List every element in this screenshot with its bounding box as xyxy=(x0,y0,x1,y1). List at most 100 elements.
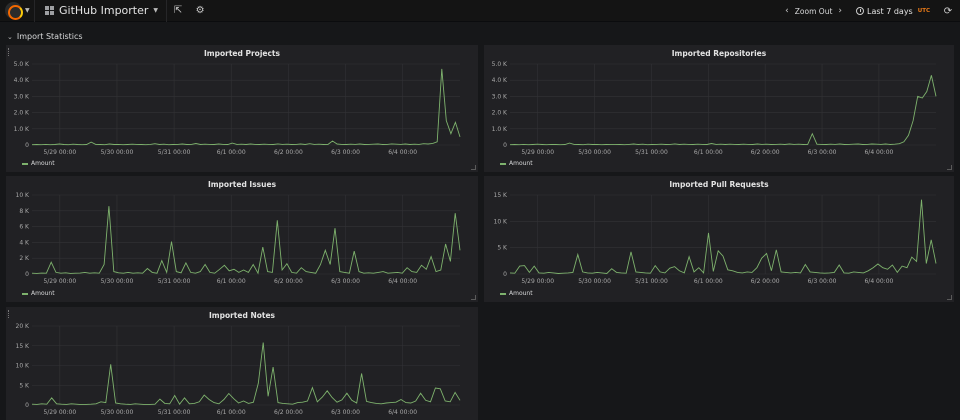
time-forward-button[interactable]: › xyxy=(838,6,842,16)
x-tick-label: 5/31 00:00 xyxy=(635,278,668,285)
x-tick-label: 6/3 00:00 xyxy=(331,149,360,156)
x-tick-label: 6/2 00:00 xyxy=(274,278,303,285)
refresh-button[interactable]: ⟳ xyxy=(936,6,960,17)
x-tick-label: 6/4 00:00 xyxy=(864,278,893,285)
caret-down-icon: ▼ xyxy=(25,7,30,14)
refresh-icon: ⟳ xyxy=(943,5,953,17)
x-tick-label: 6/4 00:00 xyxy=(864,149,893,156)
x-tick-label: 5/29 00:00 xyxy=(43,409,76,416)
legend-item[interactable]: Amount xyxy=(31,290,55,297)
panel-imported-notes[interactable]: Imported Notes 05 K 10 K 15 K 20 K 5/29 00:0… xyxy=(6,307,478,420)
x-tick-label: 6/1 00:00 xyxy=(217,409,246,416)
x-tick-label: 5/29 00:00 xyxy=(43,278,76,285)
y-tick-label: 0 xyxy=(25,271,29,278)
x-tick-label: 6/2 00:00 xyxy=(274,149,303,156)
x-tick-label: 6/1 00:00 xyxy=(694,278,723,285)
time-back-button[interactable]: ‹ xyxy=(785,6,789,16)
row-header[interactable]: ⌄ Import Statistics xyxy=(7,32,83,41)
legend-swatch xyxy=(500,292,506,295)
x-tick-label: 6/2 00:00 xyxy=(751,278,780,285)
y-tick-label: 0 xyxy=(25,142,29,149)
legend: Amount xyxy=(500,160,533,167)
dashboard-settings-button[interactable]: ⚙ xyxy=(189,0,211,22)
chevron-down-icon: ⌄ xyxy=(7,32,13,41)
y-tick-label: 0 xyxy=(25,402,29,409)
x-tick-label: 5/31 00:00 xyxy=(158,409,191,416)
y-tick-label: 2.0 K xyxy=(492,110,508,117)
row-title: Import Statistics xyxy=(16,32,83,41)
legend: Amount xyxy=(500,290,533,297)
gear-icon: ⚙ xyxy=(195,5,205,16)
grafana-menu-button[interactable]: ▼ xyxy=(0,0,34,22)
panel-imported-projects[interactable]: Imported Projects 0 1.0 K 2.0 K 3.0 K 4.0 K5… xyxy=(6,45,478,172)
line-chart: 0 1.0 K 2.0 K 3.0 K 4.0 K 5.0 K 5/29 00:00 5/30… xyxy=(492,61,937,156)
x-tick-label: 5/31 00:00 xyxy=(635,149,668,156)
time-range-picker[interactable]: Last 7 days UTC xyxy=(850,7,936,16)
x-tick-label: 6/2 00:00 xyxy=(751,149,780,156)
y-tick-label: 5 K xyxy=(497,245,508,252)
share-icon: ⇱ xyxy=(173,5,183,16)
y-tick-label: 3.0 K xyxy=(492,93,508,100)
legend-item[interactable]: Amount xyxy=(31,160,55,167)
y-tick-label: 2 K xyxy=(19,255,30,262)
panel-imported-pull-requests[interactable]: Imported Pull Requests 05 K 10 K 15 K 5/29 … xyxy=(484,176,954,302)
x-tick-label: 6/4 00:00 xyxy=(388,149,417,156)
y-tick-label: 4 K xyxy=(19,239,30,246)
y-tick-label: 20 K xyxy=(16,323,31,330)
zoom-controls: ‹ Zoom Out › xyxy=(777,6,850,16)
x-tick-label: 5/30 00:00 xyxy=(578,278,611,285)
y-tick-label: 5.0 K xyxy=(14,61,30,68)
legend: Amount xyxy=(22,160,55,167)
panel-resize-handle[interactable] xyxy=(471,165,476,170)
y-tick-label: 10 K xyxy=(16,363,31,370)
x-tick-label: 5/30 00:00 xyxy=(101,409,134,416)
x-tick-label: 5/30 00:00 xyxy=(578,149,611,156)
x-tick-label: 5/29 00:00 xyxy=(521,149,554,156)
y-tick-label: 4.0 K xyxy=(14,77,30,84)
series-line-amount xyxy=(509,75,937,146)
x-tick-label: 6/1 00:00 xyxy=(694,149,723,156)
panel-resize-handle[interactable] xyxy=(471,295,476,300)
x-tick-label: 6/1 00:00 xyxy=(217,149,246,156)
legend-swatch xyxy=(500,162,506,165)
dashboard-picker[interactable]: GitHub Importer ▼ xyxy=(35,0,166,22)
y-tick-label: 8 K xyxy=(19,208,30,215)
series-line-amount xyxy=(31,342,461,406)
panel-resize-handle[interactable] xyxy=(947,165,952,170)
share-dashboard-button[interactable]: ⇱ xyxy=(167,0,189,22)
x-tick-label: 6/2 00:00 xyxy=(274,409,303,416)
x-tick-label: 5/29 00:00 xyxy=(43,149,76,156)
legend-swatch xyxy=(22,162,28,165)
legend-item[interactable]: Amount xyxy=(509,290,533,297)
legend: Amount xyxy=(22,290,55,297)
x-tick-label: 6/3 00:00 xyxy=(331,409,360,416)
x-tick-label: 5/30 00:00 xyxy=(101,149,134,156)
x-tick-label: 6/3 00:00 xyxy=(331,278,360,285)
line-chart: 0 5 K 10 K 15 K 20 K 5/29 00:00 5/30 00:00 5/31… xyxy=(16,323,461,416)
y-tick-label: 6 K xyxy=(19,224,30,231)
time-range-label: Last 7 days xyxy=(867,6,913,16)
timezone-badge: UTC xyxy=(917,8,930,14)
y-tick-label: 1.0 K xyxy=(14,126,30,133)
x-tick-label: 6/3 00:00 xyxy=(808,278,837,285)
panel-imported-issues[interactable]: Imported Issues 02 K4 K6 K8 K 10 K 5/29 00… xyxy=(6,176,478,302)
y-tick-label: 10 K xyxy=(494,218,509,225)
y-tick-label: 15 K xyxy=(16,343,31,350)
x-tick-label: 5/31 00:00 xyxy=(158,278,191,285)
grafana-logo-icon xyxy=(5,2,23,20)
x-tick-label: 6/4 00:00 xyxy=(388,278,417,285)
panel-imported-repositories[interactable]: Imported Repositories 0 1.0 K 2.0 K 3.0 K 4.… xyxy=(484,45,954,172)
y-tick-label: 4.0 K xyxy=(492,77,508,84)
y-tick-label: 3.0 K xyxy=(14,93,30,100)
y-tick-label: 15 K xyxy=(494,192,509,199)
zoom-out-button[interactable]: Zoom Out xyxy=(795,7,833,16)
dashboard-title: GitHub Importer xyxy=(59,4,149,17)
y-tick-label: 5 K xyxy=(19,382,30,389)
legend-item[interactable]: Amount xyxy=(509,160,533,167)
line-chart: 0 5 K 10 K 15 K 5/29 00:00 5/30 00:00 5/31 00:… xyxy=(494,192,937,285)
x-tick-label: 6/3 00:00 xyxy=(808,149,837,156)
dashboard-grid-icon xyxy=(45,6,54,15)
panel-resize-handle[interactable] xyxy=(947,295,952,300)
x-tick-label: 5/29 00:00 xyxy=(521,278,554,285)
legend-swatch xyxy=(22,292,28,295)
